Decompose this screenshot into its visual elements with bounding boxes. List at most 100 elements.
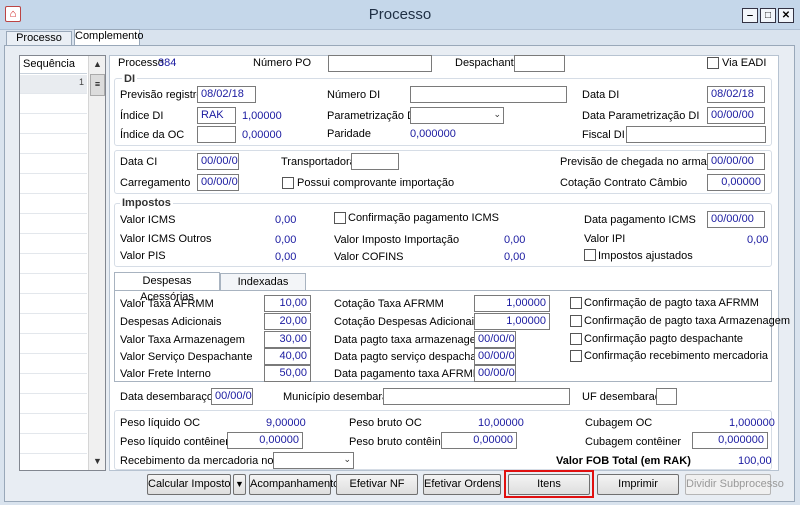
peso-bruto-conteiner-input[interactable]: 0,00000 (441, 432, 517, 449)
parametrizacao-di-select[interactable]: ⌄ (410, 107, 504, 124)
subtab-indexadas[interactable]: Indexadas (220, 273, 306, 291)
frete-interno-input[interactable]: 50,00 (264, 365, 311, 382)
impostos-ajustados-label: Impostos ajustados (598, 250, 693, 262)
valor-ipi-label: Valor IPI (584, 233, 626, 245)
efetivar-nf-button[interactable]: Efetivar NF (336, 474, 418, 495)
processo-label: Processo (118, 57, 164, 69)
sequence-row[interactable] (20, 115, 87, 134)
confirmacao-icms-checkbox[interactable] (334, 212, 346, 224)
acompanhamento-button[interactable]: Acompanhamento (249, 474, 339, 495)
sequence-row[interactable] (20, 355, 87, 374)
sequence-row[interactable] (20, 255, 87, 274)
transportadora-input[interactable] (351, 153, 399, 170)
despachante-label: Despachante (455, 57, 520, 69)
despachante-input[interactable] (514, 55, 565, 72)
previsao-registro-input[interactable]: 08/02/18 (197, 86, 256, 103)
fiscal-di-label: Fiscal DI (582, 129, 625, 141)
sequence-row[interactable] (20, 195, 87, 214)
fiscal-di-input[interactable] (626, 126, 766, 143)
scroll-down-icon[interactable]: ▼ (89, 453, 106, 469)
confirmacao-armazenagem-label: Confirmação de pagto taxa Armazenagem (584, 315, 791, 327)
dividir-subprocesso-button[interactable]: Dividir Subprocesso (685, 474, 784, 495)
taxa-armazenagem-input[interactable]: 30,00 (264, 331, 311, 348)
cotacao-contrato-input[interactable]: 0,00000 (707, 174, 765, 191)
data-parametrizacao-input[interactable]: 00/00/00 (707, 107, 765, 124)
municipio-desembaraco-input[interactable] (383, 388, 570, 405)
maximize-button[interactable]: □ (760, 8, 776, 23)
data-pagto-armazenagem-input[interactable]: 00/00/00 (474, 331, 516, 348)
indice-oc-input[interactable] (197, 126, 236, 143)
minimize-button[interactable]: ‒ (742, 8, 758, 23)
recebimento-cd-select[interactable]: ⌄ (273, 452, 354, 469)
taxa-armazenagem-label: Valor Taxa Armazenagem (120, 334, 245, 346)
scroll-thumb[interactable]: ≡ (90, 74, 105, 96)
calcular-imposto-button[interactable]: Calcular Imposto (147, 474, 231, 495)
confirmacao-armazenagem-checkbox[interactable] (570, 315, 582, 327)
servico-despachante-label: Valor Serviço Despachante (120, 351, 253, 363)
numero-po-input[interactable] (328, 55, 432, 72)
confirmacao-recebimento-label: Confirmação recebimento mercadoria (584, 350, 769, 362)
confirmacao-afrmm-checkbox[interactable] (570, 297, 582, 309)
fob-total-value: 100,00 (738, 455, 772, 467)
sequence-row[interactable] (20, 435, 87, 454)
sequence-row[interactable] (20, 295, 87, 314)
valor-icms-outros-value: 0,00 (275, 234, 297, 246)
peso-bruto-oc-label: Peso bruto OC (349, 417, 422, 429)
sequence-row[interactable] (20, 155, 87, 174)
sequence-row[interactable] (20, 335, 87, 354)
sequence-row[interactable] (20, 395, 87, 414)
cotacao-taxa-afrmm-input[interactable]: 1,00000 (474, 295, 550, 312)
previsao-chegada-label: Previsão de chegada no armazém (560, 156, 728, 168)
sequence-grid[interactable]: Sequência 1 ▲ ≡ ▼ (19, 55, 106, 471)
cotacao-despesas-adicionais-input[interactable]: 1,00000 (474, 313, 550, 330)
sequence-row[interactable] (20, 135, 87, 154)
data-pagamento-afrmm-input[interactable]: 00/00/00 (474, 365, 516, 382)
uf-desembaraco-input[interactable] (656, 388, 677, 405)
efetivar-ordens-button[interactable]: Efetivar Ordens (423, 474, 501, 495)
previsao-registro-label: Previsão registro (120, 89, 203, 101)
tab-processo[interactable]: Processo (6, 31, 72, 46)
sequence-row[interactable] (20, 415, 87, 434)
sequence-row[interactable] (20, 315, 87, 334)
indice-di-input[interactable]: RAK (197, 107, 236, 124)
despesas-adicionais-input[interactable]: 20,00 (264, 313, 311, 330)
confirmacao-recebimento-checkbox[interactable] (570, 350, 582, 362)
sequence-row[interactable] (20, 275, 87, 294)
data-ci-label: Data CI (120, 156, 158, 168)
tab-complemento[interactable]: Complemento (74, 29, 143, 46)
imprimir-button[interactable]: Imprimir (597, 474, 679, 495)
cubagem-conteiner-input[interactable]: 0,000000 (692, 432, 768, 449)
sequence-row[interactable] (20, 235, 87, 254)
close-button[interactable]: ✕ (778, 8, 794, 23)
sequence-row[interactable] (20, 95, 87, 114)
data-pagamento-icms-input[interactable]: 00/00/00 (707, 211, 765, 228)
previsao-chegada-input[interactable]: 00/00/00 (707, 153, 765, 170)
carregamento-input[interactable]: 00/00/00 (197, 174, 239, 191)
calcular-dropdown-button[interactable]: ▼ (233, 474, 246, 495)
confirmacao-icms-label: Confirmação pagamento ICMS (348, 212, 500, 224)
scroll-up-icon[interactable]: ▲ (89, 56, 106, 72)
cubagem-oc-value: 1,000000 (729, 417, 775, 429)
confirmacao-despachante-checkbox[interactable] (570, 333, 582, 345)
vertical-scrollbar[interactable]: ▲ ≡ ▼ (88, 56, 105, 470)
confirmacao-despachante-label: Confirmação pagto despachante (584, 333, 743, 345)
taxa-afrmm-input[interactable]: 10,00 (264, 295, 311, 312)
sequence-row[interactable]: 1 (20, 75, 87, 94)
sequence-row[interactable] (20, 175, 87, 194)
possui-comprovante-checkbox[interactable] (282, 177, 294, 189)
numero-di-input[interactable] (410, 86, 567, 103)
possui-comprovante-label: Possui comprovante importação (297, 177, 455, 189)
data-pagto-despachante-input[interactable]: 00/00/00 (474, 348, 516, 365)
sequence-row[interactable] (20, 375, 87, 394)
peso-liquido-conteiner-input[interactable]: 0,00000 (227, 432, 303, 449)
data-di-input[interactable]: 08/02/18 (707, 86, 765, 103)
sequence-row[interactable] (20, 215, 87, 234)
impostos-ajustados-checkbox[interactable] (584, 249, 596, 261)
data-ci-input[interactable]: 00/00/00 (197, 153, 239, 170)
data-pagto-armazenagem-label: Data pagto taxa armazenagem (334, 334, 486, 346)
subtab-despesas-acessorias[interactable]: Despesas Acessórias (114, 272, 220, 303)
servico-despachante-input[interactable]: 40,00 (264, 348, 311, 365)
via-eadi-checkbox[interactable] (707, 57, 719, 69)
confirmacao-afrmm-label: Confirmação de pagto taxa AFRMM (584, 297, 759, 309)
data-desembaraco-input[interactable]: 00/00/00 (211, 388, 253, 405)
